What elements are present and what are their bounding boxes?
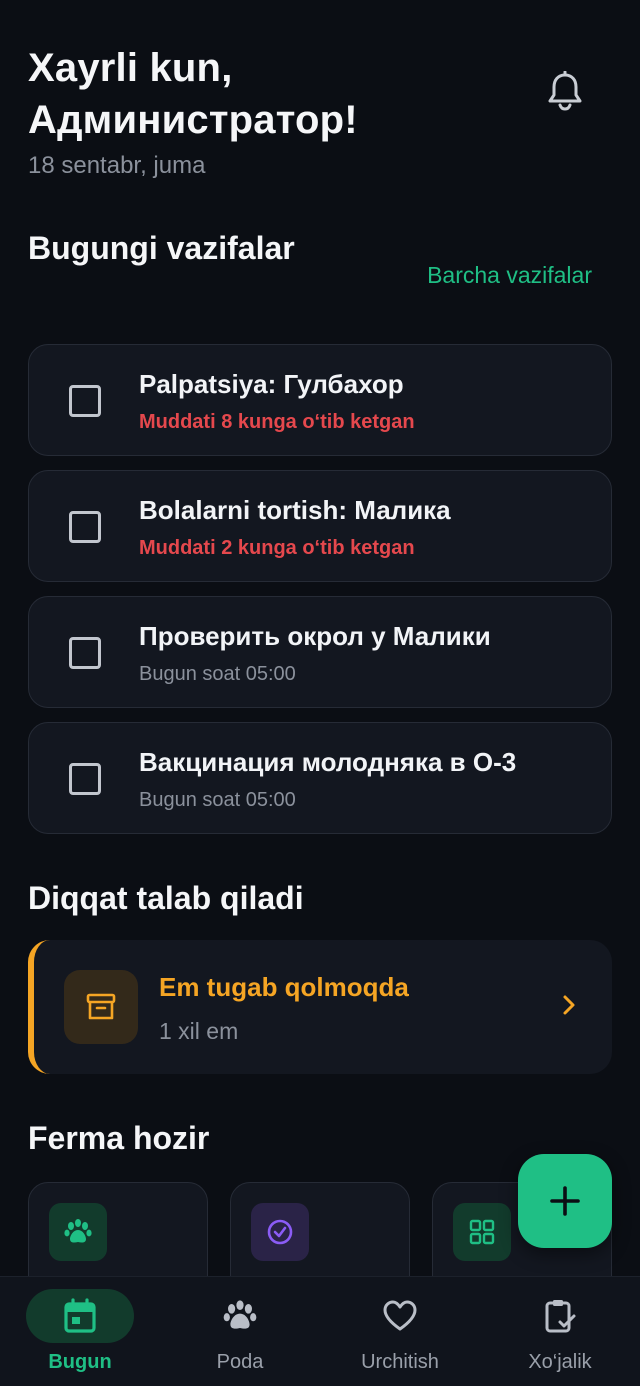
farm-card-icon-box: [453, 1203, 511, 1261]
check-circle-icon: [267, 1219, 293, 1245]
bell-icon: [548, 71, 582, 111]
paw-icon: [64, 1219, 92, 1243]
farm-section-title: Ferma hozir: [28, 1120, 210, 1156]
farm-card-icon-box: [251, 1203, 309, 1261]
task-checkbox[interactable]: [69, 763, 101, 795]
greeting-line-2: Администратор!: [28, 98, 358, 142]
nav-label: Poda: [216, 1351, 264, 1373]
task-title: Вакцинация молодняка в О-3: [139, 747, 517, 777]
task-due-time: Bugun soat 05:00: [139, 663, 296, 685]
task-title: Palpatsiya: Гулбахор: [139, 369, 404, 399]
attention-section-title: Diqqat talab qiladi: [28, 880, 304, 916]
notifications-button[interactable]: [542, 68, 588, 114]
task-card[interactable]: Bolalarni tortish: Малика Muddati 2 kung…: [28, 470, 612, 582]
nav-label: Urchitish: [361, 1351, 439, 1373]
heart-icon: [383, 1300, 417, 1331]
grid-icon: [469, 1219, 495, 1245]
nav-icon-wrap: [506, 1289, 614, 1343]
nav-icon-wrap: [186, 1289, 294, 1343]
alert-icon-box: [64, 970, 138, 1044]
nav-item-today[interactable]: Bugun: [0, 1277, 160, 1386]
task-checkbox[interactable]: [69, 385, 101, 417]
clipboard-check-icon: [545, 1300, 576, 1333]
task-due-status: Muddati 2 kunga o‘tib ketgan: [139, 537, 415, 559]
tasks-section-title: Bugungi vazifalar: [28, 230, 295, 266]
task-checkbox[interactable]: [69, 637, 101, 669]
nav-item-breeding[interactable]: Urchitish: [320, 1277, 480, 1386]
task-checkbox[interactable]: [69, 511, 101, 543]
nav-label: Xo‘jalik: [528, 1351, 592, 1373]
task-title: Проверить окрол у Малики: [139, 621, 491, 651]
task-title: Bolalarni tortish: Малика: [139, 495, 451, 525]
task-due-time: Bugun soat 05:00: [139, 789, 296, 811]
task-due-status: Muddati 8 kunga o‘tib ketgan: [139, 411, 415, 433]
nav-icon-wrap: [346, 1289, 454, 1343]
archive-box-icon: [86, 993, 116, 1020]
paw-icon: [223, 1300, 257, 1329]
chevron-right-icon: [563, 995, 575, 1015]
calendar-icon: [64, 1298, 96, 1333]
nav-label: Bugun: [48, 1351, 112, 1373]
add-button[interactable]: [518, 1154, 612, 1248]
low-feed-alert-card[interactable]: Em tugab qolmoqda 1 xil em: [28, 940, 612, 1074]
task-card[interactable]: Вакцинация молодняка в О-3 Bugun soat 05…: [28, 722, 612, 834]
task-card[interactable]: Проверить окрол у Малики Bugun soat 05:0…: [28, 596, 612, 708]
greeting-heading: Xayrli kun, Администратор!: [28, 42, 358, 146]
home-screen: Xayrli kun, Администратор! 18 sentabr, j…: [0, 0, 640, 1386]
alert-subtitle: 1 xil em: [159, 1018, 239, 1044]
greeting-line-1: Xayrli kun,: [28, 46, 233, 90]
current-date: 18 sentabr, juma: [28, 152, 206, 179]
farm-card-icon-box: [49, 1203, 107, 1261]
alert-title: Em tugab qolmoqda: [159, 972, 409, 1002]
bottom-navigation: Bugun Poda Urchitish Xo‘jalik: [0, 1276, 640, 1386]
see-all-tasks-link[interactable]: Barcha vazifalar: [427, 262, 592, 289]
nav-item-herd[interactable]: Poda: [160, 1277, 320, 1386]
nav-item-farm[interactable]: Xo‘jalik: [480, 1277, 640, 1386]
task-card[interactable]: Palpatsiya: Гулбахор Muddati 8 kunga o‘t…: [28, 344, 612, 456]
nav-active-indicator: [26, 1289, 134, 1343]
plus-icon: [550, 1186, 580, 1216]
